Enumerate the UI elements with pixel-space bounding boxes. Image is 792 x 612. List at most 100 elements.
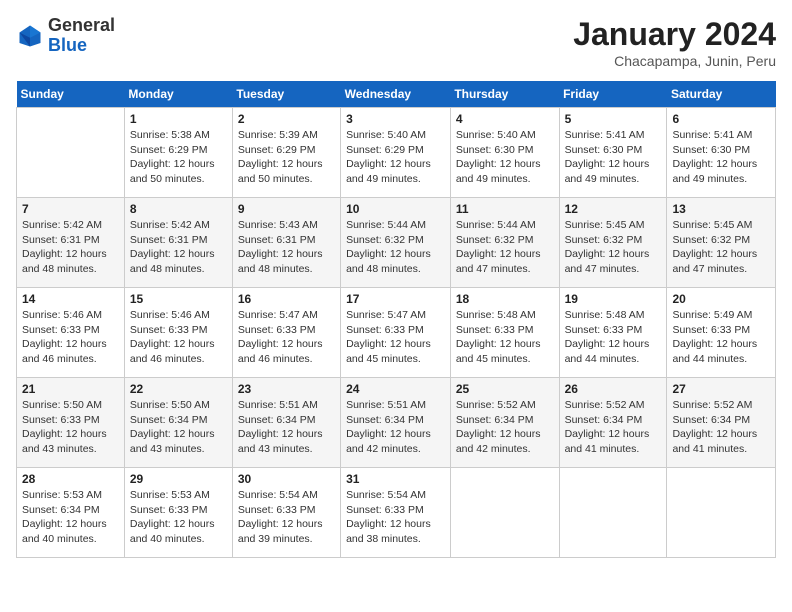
calendar-week-row: 21 Sunrise: 5:50 AM Sunset: 6:33 PM Dayli… [17, 378, 776, 468]
day-number: 3 [346, 112, 445, 126]
calendar-week-row: 14 Sunrise: 5:46 AM Sunset: 6:33 PM Dayli… [17, 288, 776, 378]
day-info: Sunrise: 5:51 AM Sunset: 6:34 PM Dayligh… [238, 398, 335, 457]
day-number: 11 [456, 202, 554, 216]
calendar-cell: 8Sunrise: 5:42 AM Sunset: 6:31 PM Daylig… [124, 198, 232, 288]
calendar-cell: 10 Sunrise: 5:44 AM Sunset: 6:32 PM Dayli… [341, 198, 451, 288]
title-block: January 2024 Chacapampa, Junin, Peru [573, 16, 776, 69]
calendar-header-row: SundayMondayTuesdayWednesdayThursdayFrid… [17, 81, 776, 108]
day-info: Sunrise: 5:40 AM Sunset: 6:29 PM Dayligh… [346, 128, 445, 187]
day-number: 29 [130, 472, 227, 486]
calendar-cell: 26 Sunrise: 5:52 AM Sunset: 6:34 PM Dayli… [559, 378, 667, 468]
calendar-cell: 23 Sunrise: 5:51 AM Sunset: 6:34 PM Dayli… [232, 378, 340, 468]
day-info: Sunrise: 5:46 AM Sunset: 6:33 PM Dayligh… [130, 308, 227, 367]
location: Chacapampa, Junin, Peru [573, 53, 776, 69]
day-info: Sunrise: 5:53 AM Sunset: 6:33 PM Dayligh… [130, 488, 227, 547]
day-of-week-header: Tuesday [232, 81, 340, 108]
day-number: 10 [346, 202, 445, 216]
day-info: Sunrise: 5:50 AM Sunset: 6:34 PM Dayligh… [130, 398, 227, 457]
day-number: 23 [238, 382, 335, 396]
day-number: 19 [565, 292, 662, 306]
day-number: 15 [130, 292, 227, 306]
calendar-cell: 14 Sunrise: 5:46 AM Sunset: 6:33 PM Dayli… [17, 288, 125, 378]
day-number: 2 [238, 112, 335, 126]
day-of-week-header: Friday [559, 81, 667, 108]
calendar-cell: 12 Sunrise: 5:45 AM Sunset: 6:32 PM Dayli… [559, 198, 667, 288]
calendar-cell: 31Sunrise: 5:54 AM Sunset: 6:33 PM Dayli… [341, 468, 451, 558]
calendar-cell: 3 Sunrise: 5:40 AM Sunset: 6:29 PM Daylig… [341, 108, 451, 198]
day-info: Sunrise: 5:40 AM Sunset: 6:30 PM Dayligh… [456, 128, 554, 187]
day-info: Sunrise: 5:42 AM Sunset: 6:31 PM Dayligh… [22, 218, 119, 277]
day-number: 25 [456, 382, 554, 396]
calendar-cell: 4 Sunrise: 5:40 AM Sunset: 6:30 PM Daylig… [450, 108, 559, 198]
day-number: 20 [672, 292, 770, 306]
day-info: Sunrise: 5:51 AM Sunset: 6:34 PM Dayligh… [346, 398, 445, 457]
day-info: Sunrise: 5:45 AM Sunset: 6:32 PM Dayligh… [565, 218, 662, 277]
day-number: 9 [238, 202, 335, 216]
day-of-week-header: Monday [124, 81, 232, 108]
day-number: 31 [346, 472, 445, 486]
day-of-week-header: Saturday [667, 81, 776, 108]
calendar-cell: 1Sunrise: 5:38 AM Sunset: 6:29 PM Daylig… [124, 108, 232, 198]
day-number: 26 [565, 382, 662, 396]
calendar-cell: 17 Sunrise: 5:47 AM Sunset: 6:33 PM Dayli… [341, 288, 451, 378]
day-number: 5 [565, 112, 662, 126]
day-number: 21 [22, 382, 119, 396]
calendar-cell: 25 Sunrise: 5:52 AM Sunset: 6:34 PM Dayli… [450, 378, 559, 468]
day-info: Sunrise: 5:39 AM Sunset: 6:29 PM Dayligh… [238, 128, 335, 187]
calendar-week-row: 1Sunrise: 5:38 AM Sunset: 6:29 PM Daylig… [17, 108, 776, 198]
day-number: 4 [456, 112, 554, 126]
calendar-cell: 13 Sunrise: 5:45 AM Sunset: 6:32 PM Dayli… [667, 198, 776, 288]
page-header: General Blue January 2024 Chacapampa, Ju… [16, 16, 776, 69]
day-info: Sunrise: 5:47 AM Sunset: 6:33 PM Dayligh… [346, 308, 445, 367]
day-number: 24 [346, 382, 445, 396]
day-number: 18 [456, 292, 554, 306]
day-of-week-header: Sunday [17, 81, 125, 108]
day-info: Sunrise: 5:49 AM Sunset: 6:33 PM Dayligh… [672, 308, 770, 367]
day-info: Sunrise: 5:41 AM Sunset: 6:30 PM Dayligh… [565, 128, 662, 187]
calendar-cell: 6Sunrise: 5:41 AM Sunset: 6:30 PM Daylig… [667, 108, 776, 198]
day-number: 12 [565, 202, 662, 216]
calendar-cell: 9 Sunrise: 5:43 AM Sunset: 6:31 PM Daylig… [232, 198, 340, 288]
day-info: Sunrise: 5:48 AM Sunset: 6:33 PM Dayligh… [565, 308, 662, 367]
day-info: Sunrise: 5:52 AM Sunset: 6:34 PM Dayligh… [456, 398, 554, 457]
calendar-table: SundayMondayTuesdayWednesdayThursdayFrid… [16, 81, 776, 558]
calendar-cell [17, 108, 125, 198]
day-info: Sunrise: 5:50 AM Sunset: 6:33 PM Dayligh… [22, 398, 119, 457]
day-number: 8 [130, 202, 227, 216]
calendar-cell: 7Sunrise: 5:42 AM Sunset: 6:31 PM Daylig… [17, 198, 125, 288]
day-number: 17 [346, 292, 445, 306]
day-info: Sunrise: 5:43 AM Sunset: 6:31 PM Dayligh… [238, 218, 335, 277]
calendar-cell: 15 Sunrise: 5:46 AM Sunset: 6:33 PM Dayli… [124, 288, 232, 378]
calendar-cell: 5 Sunrise: 5:41 AM Sunset: 6:30 PM Daylig… [559, 108, 667, 198]
calendar-cell: 21 Sunrise: 5:50 AM Sunset: 6:33 PM Dayli… [17, 378, 125, 468]
day-info: Sunrise: 5:52 AM Sunset: 6:34 PM Dayligh… [672, 398, 770, 457]
logo-text: General Blue [48, 16, 115, 56]
day-number: 14 [22, 292, 119, 306]
calendar-cell: 20 Sunrise: 5:49 AM Sunset: 6:33 PM Dayli… [667, 288, 776, 378]
day-number: 28 [22, 472, 119, 486]
calendar-cell: 28Sunrise: 5:53 AM Sunset: 6:34 PM Dayli… [17, 468, 125, 558]
calendar-cell: 2 Sunrise: 5:39 AM Sunset: 6:29 PM Daylig… [232, 108, 340, 198]
day-info: Sunrise: 5:54 AM Sunset: 6:33 PM Dayligh… [238, 488, 335, 547]
day-of-week-header: Thursday [450, 81, 559, 108]
day-info: Sunrise: 5:48 AM Sunset: 6:33 PM Dayligh… [456, 308, 554, 367]
day-info: Sunrise: 5:44 AM Sunset: 6:32 PM Dayligh… [456, 218, 554, 277]
day-info: Sunrise: 5:44 AM Sunset: 6:32 PM Dayligh… [346, 218, 445, 277]
logo: General Blue [16, 16, 115, 56]
calendar-cell: 18 Sunrise: 5:48 AM Sunset: 6:33 PM Dayli… [450, 288, 559, 378]
day-info: Sunrise: 5:45 AM Sunset: 6:32 PM Dayligh… [672, 218, 770, 277]
calendar-cell: 27Sunrise: 5:52 AM Sunset: 6:34 PM Dayli… [667, 378, 776, 468]
calendar-cell: 30 Sunrise: 5:54 AM Sunset: 6:33 PM Dayli… [232, 468, 340, 558]
day-number: 22 [130, 382, 227, 396]
month-year: January 2024 [573, 16, 776, 53]
calendar-cell: 29 Sunrise: 5:53 AM Sunset: 6:33 PM Dayli… [124, 468, 232, 558]
day-number: 13 [672, 202, 770, 216]
calendar-cell: 22 Sunrise: 5:50 AM Sunset: 6:34 PM Dayli… [124, 378, 232, 468]
day-info: Sunrise: 5:52 AM Sunset: 6:34 PM Dayligh… [565, 398, 662, 457]
logo-icon [16, 22, 44, 50]
day-number: 30 [238, 472, 335, 486]
day-info: Sunrise: 5:46 AM Sunset: 6:33 PM Dayligh… [22, 308, 119, 367]
day-number: 1 [130, 112, 227, 126]
day-number: 16 [238, 292, 335, 306]
calendar-cell: 19 Sunrise: 5:48 AM Sunset: 6:33 PM Dayli… [559, 288, 667, 378]
